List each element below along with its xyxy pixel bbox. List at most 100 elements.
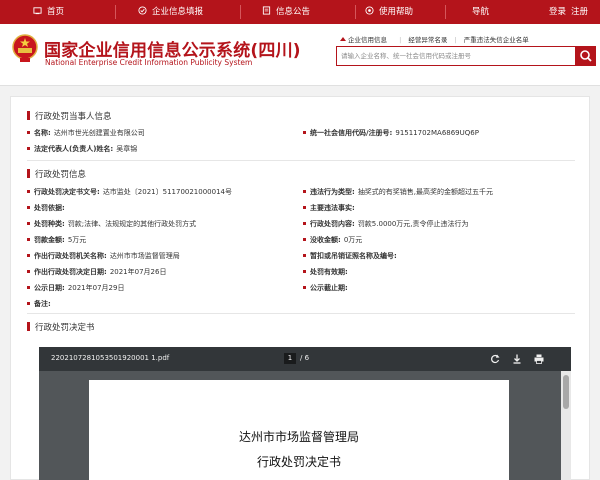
license-label: 暂扣或吊销证照名称及编号: bbox=[310, 252, 397, 260]
home-icon bbox=[33, 7, 42, 15]
search-box bbox=[336, 46, 577, 66]
national-emblem-icon[interactable] bbox=[12, 34, 38, 64]
violation-type-row: 违法行为类型: 抽奖式的有奖销售,最高奖的金额超过五千元 bbox=[303, 187, 493, 197]
party-name-row: 名称: 达州市世光创建置业有限公司 bbox=[27, 128, 145, 138]
validity-label: 处罚有效期: bbox=[310, 268, 348, 276]
nav-divider bbox=[355, 5, 356, 19]
nav-home[interactable]: 首页 bbox=[33, 0, 64, 24]
tab-enterprise-credit-label: 企业信用信息 bbox=[348, 36, 387, 44]
publish-end-label: 公示截止期: bbox=[310, 284, 348, 292]
decision-no-label: 行政处罚决定书文号: bbox=[34, 188, 100, 196]
tab-divider: | bbox=[454, 36, 457, 44]
register-label: 注册 bbox=[571, 7, 589, 17]
bullet-dot bbox=[27, 222, 30, 225]
bullet-dot bbox=[303, 286, 306, 289]
download-icon[interactable] bbox=[511, 353, 523, 365]
pdf-total-pages: / 6 bbox=[300, 354, 310, 362]
search-icon bbox=[580, 50, 592, 62]
bullet-dot bbox=[303, 131, 306, 134]
bullet-dot bbox=[27, 190, 30, 193]
credit-code-label: 统一社会信用代码/注册号: bbox=[310, 129, 393, 137]
print-icon[interactable] bbox=[533, 353, 545, 365]
top-nav-bar: 首页 企业信息填报 信息公告 使用帮助 导航 登录 注册 bbox=[0, 0, 600, 24]
nav-home-label: 首页 bbox=[47, 7, 65, 17]
penalty-kind-value: 罚款;法律、法规规定的其他行政处罚方式 bbox=[67, 220, 197, 228]
section-marker bbox=[27, 169, 30, 178]
search-button[interactable] bbox=[576, 46, 596, 66]
search-type-tabs: 企业信用信息 | 经营异常名录 | 严重违法失信企业名单 bbox=[340, 34, 534, 46]
pdf-scrollbar[interactable] bbox=[561, 371, 571, 480]
penalty-content-value: 罚款5.0000万元,责令停止违法行为 bbox=[357, 220, 469, 228]
tab-serious-violation-list[interactable]: 严重违法失信企业名单 bbox=[464, 36, 529, 44]
fill-form-icon bbox=[138, 6, 147, 15]
bullet-dot bbox=[27, 238, 30, 241]
validity-row: 处罚有效期: bbox=[303, 267, 351, 277]
pdf-page-input[interactable]: 1 bbox=[284, 353, 296, 364]
section-marker bbox=[27, 111, 30, 120]
penalty-basis-row: 处罚依据: bbox=[27, 203, 68, 213]
penalty-kind-row: 处罚种类: 罚款;法律、法规规定的其他行政处罚方式 bbox=[27, 219, 196, 229]
bullet-dot bbox=[303, 222, 306, 225]
nav-notice-label: 信息公告 bbox=[276, 7, 311, 17]
nav-divider bbox=[115, 5, 116, 19]
login-label: 登录 bbox=[549, 7, 567, 17]
bullet-dot bbox=[27, 131, 30, 134]
nav-divider bbox=[240, 5, 241, 19]
bullet-dot bbox=[27, 206, 30, 209]
bullet-dot bbox=[27, 302, 30, 305]
section-marker bbox=[27, 322, 30, 331]
bullet-dot bbox=[27, 254, 30, 257]
authority-row: 作出行政处罚机关名称: 达州市市场监督管理局 bbox=[27, 251, 180, 261]
nav-help-label: 使用帮助 bbox=[379, 7, 414, 17]
tab-enterprise-credit[interactable]: 企业信用信息 bbox=[340, 36, 392, 44]
nav-guide[interactable]: 导航 bbox=[472, 0, 489, 24]
penalty-kind-label: 处罚种类: bbox=[34, 220, 65, 228]
tab-abnormal-list[interactable]: 经营异常名录 bbox=[408, 36, 447, 44]
violation-type-label: 违法行为类型: bbox=[310, 188, 355, 196]
license-row: 暂扣或吊销证照名称及编号: bbox=[303, 251, 400, 261]
confiscation-value: 0万元 bbox=[343, 236, 363, 244]
publish-date-label: 公示日期: bbox=[34, 284, 65, 292]
bullet-dot bbox=[27, 270, 30, 273]
fine-amount-row: 罚款金额: 5万元 bbox=[27, 235, 86, 245]
nav-notice[interactable]: 信息公告 bbox=[262, 0, 310, 24]
tab-divider: | bbox=[399, 36, 402, 44]
violation-type-value: 抽奖式的有奖销售,最高奖的金额超过五千元 bbox=[357, 188, 494, 196]
decision-doc-section-title-text: 行政处罚决定书 bbox=[35, 323, 95, 333]
section-divider bbox=[27, 160, 575, 161]
publish-date-row: 公示日期: 2021年07月29日 bbox=[27, 283, 124, 293]
register-link[interactable]: 注册 bbox=[571, 0, 588, 24]
pdf-scrollbar-thumb[interactable] bbox=[563, 375, 569, 409]
bullet-dot bbox=[303, 270, 306, 273]
decision-no-row: 行政处罚决定书文号: 达市监处〔2021〕51170021000014号 bbox=[27, 187, 232, 197]
legal-rep-row: 法定代表人(负责人)姓名: 吴章锦 bbox=[27, 144, 137, 154]
notice-icon bbox=[262, 6, 271, 15]
pdf-toolbar: 2202107281053501920001 1.pdf 1 / 6 bbox=[39, 347, 571, 371]
document-authority-title: 达州市市场监督管理局 bbox=[238, 430, 359, 444]
decision-date-value: 2021年07月26日 bbox=[109, 268, 167, 276]
bullet-dot bbox=[303, 254, 306, 257]
login-link[interactable]: 登录 bbox=[549, 0, 566, 24]
publish-date-value: 2021年07月29日 bbox=[67, 284, 125, 292]
credit-code-row: 统一社会信用代码/注册号: 91511702MA6869UQ6P bbox=[303, 128, 479, 138]
publish-end-row: 公示截止期: bbox=[303, 283, 351, 293]
party-section-title-text: 行政处罚当事人信息 bbox=[35, 112, 112, 122]
section-divider bbox=[27, 313, 575, 314]
nav-help[interactable]: 使用帮助 bbox=[365, 0, 413, 24]
rotate-icon[interactable] bbox=[489, 353, 501, 365]
legal-rep-value: 吴章锦 bbox=[116, 145, 138, 153]
legal-rep-label: 法定代表人(负责人)姓名: bbox=[34, 145, 114, 153]
fine-amount-value: 5万元 bbox=[67, 236, 87, 244]
pdf-viewer[interactable]: 2202107281053501920001 1.pdf 1 / 6 达州市市场监… bbox=[39, 347, 571, 480]
authority-value: 达州市市场监督管理局 bbox=[109, 252, 180, 260]
nav-info-fill[interactable]: 企业信息填报 bbox=[138, 0, 203, 24]
decision-doc-section-title: 行政处罚决定书 bbox=[27, 321, 95, 333]
document-title: 行政处罚决定书 bbox=[256, 455, 341, 469]
bullet-dot bbox=[303, 206, 306, 209]
party-name-value: 达州市世光创建置业有限公司 bbox=[53, 129, 145, 137]
bullet-dot bbox=[303, 190, 306, 193]
authority-label: 作出行政处罚机关名称: bbox=[34, 252, 107, 260]
nav-info-fill-label: 企业信息填报 bbox=[152, 7, 204, 17]
search-input[interactable] bbox=[337, 47, 577, 65]
pdf-page-indicator: 1 / 6 bbox=[284, 353, 309, 364]
